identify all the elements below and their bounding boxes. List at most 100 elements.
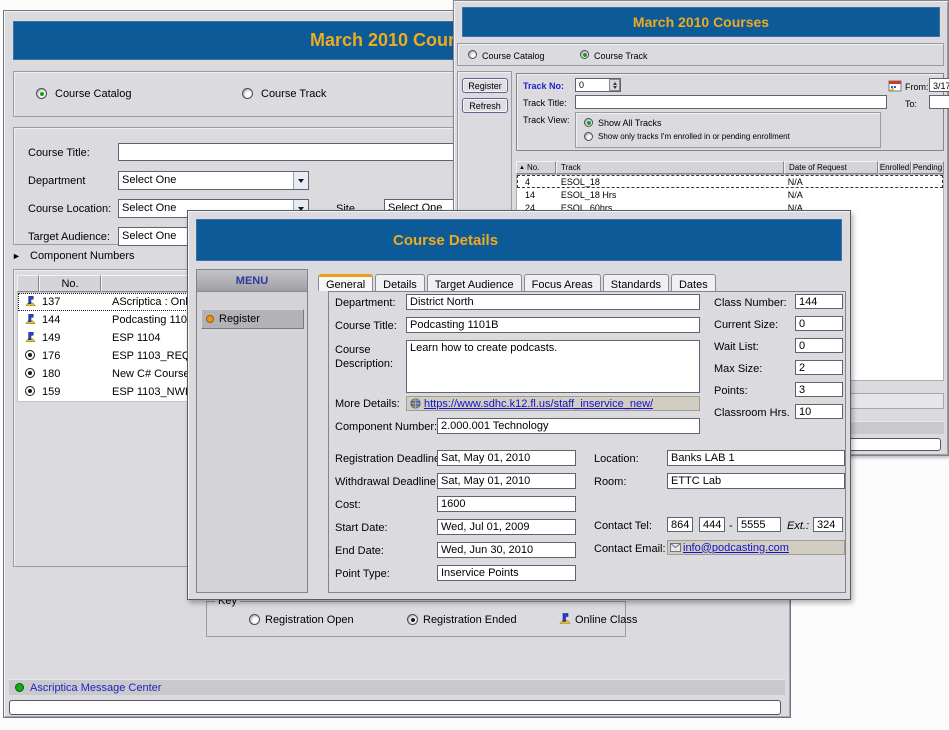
menu-header: MENU — [197, 270, 307, 292]
course-track-label: Course Track — [594, 51, 648, 61]
track-name: ESOL_18 — [557, 177, 784, 187]
max-size-input[interactable]: 2 — [795, 360, 843, 375]
menu-item-register[interactable]: Register — [201, 309, 304, 329]
email-icon — [670, 543, 681, 552]
cost-input[interactable]: 1600 — [437, 496, 576, 512]
from-select[interactable]: 3/17/2006 — [929, 78, 949, 92]
course-title: Podcasting 1101B — [100, 314, 200, 326]
more-details-link[interactable]: https://www.sdhc.k12.fl.us/staff_inservi… — [424, 398, 653, 410]
end-date-input[interactable]: Wed, Jun 30, 2010 — [437, 542, 576, 558]
general-tab-content: Department: District North Course Title:… — [328, 291, 846, 593]
course-catalog-radio[interactable] — [36, 88, 47, 99]
to-select[interactable] — [929, 95, 949, 109]
tab-target-audience[interactable]: Target Audience — [427, 274, 522, 291]
target-audience-label: Target Audience: — [28, 231, 110, 243]
description-textarea[interactable]: Learn how to create podcasts. — [406, 340, 700, 393]
ext-label: Ext.: — [787, 520, 809, 532]
registration-ended-label: Registration Ended — [423, 614, 517, 626]
current-size-input[interactable]: 0 — [795, 316, 843, 331]
course-catalog-radio[interactable] — [468, 50, 477, 59]
wait-list-input[interactable]: 0 — [795, 338, 843, 353]
tel-prefix-input[interactable]: 444 — [699, 517, 725, 532]
register-button[interactable]: Register — [462, 78, 508, 93]
location-label: Location: — [594, 453, 639, 465]
component-number-input[interactable]: 2.000.001 Technology — [437, 418, 700, 434]
course-track-radio[interactable] — [580, 50, 589, 59]
description-label: Course Description: — [335, 343, 403, 371]
date-column-header[interactable]: Date of Request — [784, 161, 878, 174]
course-title-label: Course Title: — [335, 320, 397, 332]
room-label: Room: — [594, 476, 626, 488]
points-label: Points: — [714, 385, 748, 397]
show-all-tracks-radio[interactable] — [584, 118, 593, 127]
calendar-icon[interactable] — [888, 79, 902, 97]
tab-standards[interactable]: Standards — [603, 274, 669, 291]
tab-focus-areas[interactable]: Focus Areas — [524, 274, 601, 291]
menu-item-register-label: Register — [219, 313, 260, 325]
start-date-input[interactable]: Wed, Jul 01, 2009 — [437, 519, 576, 535]
tel-area-input[interactable]: 864 — [667, 517, 693, 532]
contact-email-link[interactable]: info@podcasting.com — [683, 542, 789, 554]
show-all-tracks-label: Show All Tracks — [598, 118, 662, 128]
track-row[interactable]: 14 ESOL_18 Hrs N/A — [517, 188, 943, 201]
message-center-label: Ascriptica Message Center — [30, 682, 161, 694]
track-column-header[interactable]: Track — [556, 161, 784, 174]
point-type-label: Point Type: — [335, 568, 390, 580]
course-no: 180 — [42, 368, 100, 380]
registration-ended-icon — [18, 368, 42, 381]
track-no-spinner[interactable] — [609, 79, 620, 91]
course-details-window: Course Details MENU Register General Det… — [187, 210, 851, 600]
classroom-hrs-label: Classroom Hrs. — [714, 407, 790, 419]
class-number-label: Class Number: — [714, 297, 787, 309]
registration-deadline-input[interactable]: Sat, May 01, 2010 — [437, 450, 576, 466]
points-input[interactable]: 3 — [795, 382, 843, 397]
course-track-radio[interactable] — [242, 88, 253, 99]
department-select[interactable]: Select One — [118, 171, 309, 190]
department-label: Department — [28, 175, 85, 187]
location-input[interactable]: Banks LAB 1 — [667, 450, 845, 466]
icon-column-header[interactable] — [17, 275, 39, 292]
track-row[interactable]: 4 ESOL_18 N/A — [517, 175, 943, 188]
track-date: N/A — [784, 177, 878, 187]
track-view-label: Track View: — [523, 115, 570, 125]
track-no: 14 — [517, 190, 557, 200]
course-title-input[interactable]: Podcasting 1101B — [406, 317, 700, 333]
no-column-header[interactable]: ▲No. — [516, 161, 556, 174]
from-select-value: 3/17/2006 — [930, 79, 949, 91]
tel-line-input[interactable]: 5555 — [737, 517, 781, 532]
message-center-input[interactable] — [9, 700, 781, 715]
expander-triangle-icon[interactable]: ► — [12, 251, 21, 261]
no-column-header[interactable]: No. — [39, 275, 101, 292]
show-enrolled-radio[interactable] — [584, 132, 593, 141]
room-input[interactable]: ETTC Lab — [667, 473, 845, 489]
details-tab-strip: General Details Target Audience Focus Ar… — [318, 270, 718, 291]
track-title-input[interactable] — [575, 95, 887, 109]
withdrawal-deadline-input[interactable]: Sat, May 01, 2010 — [437, 473, 576, 489]
registration-open-label: Registration Open — [265, 614, 354, 626]
point-type-input[interactable]: Inservice Points — [437, 565, 576, 581]
online-class-icon — [18, 331, 42, 346]
ext-input[interactable]: 324 — [813, 517, 843, 532]
registration-ended-key-icon — [407, 614, 418, 625]
pending-column-header[interactable]: Pending — [911, 161, 944, 174]
course-no: 137 — [42, 296, 100, 308]
component-number-label: Component Number: — [335, 421, 437, 433]
track-date: N/A — [784, 190, 878, 200]
contact-email-label: Contact Email: — [594, 543, 666, 555]
classroom-hrs-input[interactable]: 10 — [795, 404, 843, 419]
department-select-value: Select One — [119, 172, 293, 189]
class-number-input[interactable]: 144 — [795, 294, 843, 309]
component-numbers-expander[interactable]: Component Numbers — [30, 250, 135, 262]
track-title-label: Track Title: — [523, 98, 567, 108]
more-details-linkbox: https://www.sdhc.k12.fl.us/staff_inservi… — [406, 396, 700, 411]
department-input[interactable]: District North — [406, 294, 700, 310]
online-class-label: Online Class — [575, 614, 637, 626]
tab-dates[interactable]: Dates — [671, 274, 716, 291]
enrolled-column-header[interactable]: Enrolled — [878, 161, 911, 174]
tab-details[interactable]: Details — [375, 274, 425, 291]
registration-deadline-label: Registration Deadline: — [335, 453, 443, 465]
course-no: 149 — [42, 332, 100, 344]
course-location-label: Course Location: — [28, 203, 111, 215]
tab-general[interactable]: General — [318, 274, 373, 291]
refresh-button[interactable]: Refresh — [462, 98, 508, 113]
